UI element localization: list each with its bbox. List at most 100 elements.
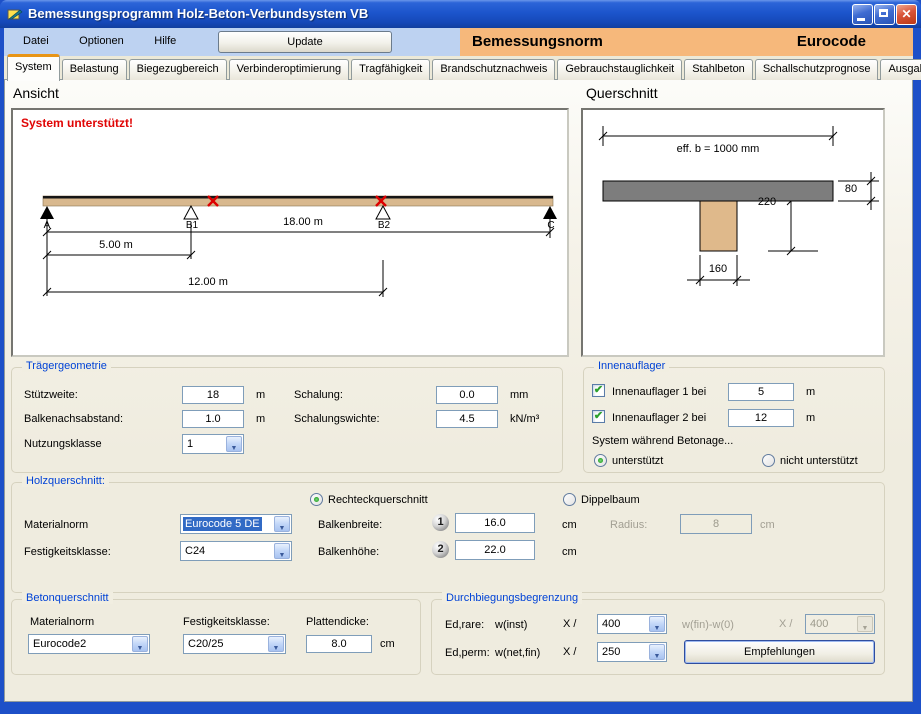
nutzungsklasse-select[interactable]: 1 ▼ <box>182 434 244 454</box>
nutzungsklasse-dropdown-button[interactable]: ▼ <box>226 436 242 452</box>
betonage-label: System während Betonage... <box>592 435 733 447</box>
system-tab-page: Ansicht Querschnitt System unterstützt! <box>4 79 913 702</box>
balkenbreite-unit: cm <box>562 519 577 531</box>
tab-verbinderoptimierung[interactable]: Verbinderoptimierung <box>229 59 350 80</box>
schalungswichte-input[interactable] <box>436 410 498 428</box>
holz-festigkeitsklasse-label: Festigkeitsklasse: <box>24 546 111 558</box>
balkenbreite-input[interactable] <box>455 513 535 533</box>
holz-materialnorm-value: Eurocode 5 DE <box>183 517 262 531</box>
eff-width-label: eff. b = 1000 mm <box>643 143 793 155</box>
chevron-down-icon: ▼ <box>231 441 238 456</box>
support-b2-triangle <box>376 206 390 219</box>
tab-stahlbeton[interactable]: Stahlbeton <box>684 59 753 80</box>
balkenachsabstand-input[interactable] <box>182 410 244 428</box>
badge-2: 2 <box>432 541 449 558</box>
app-window: Bemessungsprogramm Holz-Beton-Verbundsys… <box>0 0 921 714</box>
plattendicke-input[interactable] <box>306 635 372 653</box>
stuetzweite-input[interactable] <box>182 386 244 404</box>
dim-second-label: 12.00 m <box>163 276 253 288</box>
tab-system[interactable]: System <box>7 54 60 81</box>
innenauflager1-unit: m <box>806 386 815 398</box>
beton-festigkeitsklasse-value: C20/25 <box>186 637 225 651</box>
w-inst-select[interactable]: 400 ▼ <box>597 614 667 634</box>
w-netfin-select[interactable]: 250 ▼ <box>597 642 667 662</box>
tab-brandschutznachweis[interactable]: Brandschutznachweis <box>432 59 555 80</box>
minimize-button[interactable] <box>852 4 873 25</box>
innenauflager1-label: Innenauflager 1 bei <box>612 386 706 398</box>
nutzungsklasse-label: Nutzungsklasse <box>24 438 102 450</box>
tab-belastung[interactable]: Belastung <box>62 59 127 80</box>
beam-top-edge <box>43 196 553 199</box>
maximize-button[interactable] <box>874 4 895 25</box>
innenauflager2-unit: m <box>806 412 815 424</box>
stuetzweite-unit: m <box>256 389 265 401</box>
w-netfin-dropdown-button[interactable]: ▼ <box>649 644 665 660</box>
update-button[interactable]: Update <box>218 31 392 53</box>
schalung-unit: mm <box>510 389 528 401</box>
holz-festigkeitsklasse-dropdown-button[interactable]: ▼ <box>274 543 290 559</box>
beton-materialnorm-dropdown-button[interactable]: ▼ <box>132 636 148 652</box>
innenauflager2-checkbox[interactable]: ✔ <box>592 410 605 423</box>
radio-unterstuetzt[interactable] <box>594 454 607 467</box>
schalung-label: Schalung: <box>294 389 343 401</box>
beton-festigkeitsklasse-dropdown-button[interactable]: ▼ <box>268 636 284 652</box>
timber-web <box>700 201 737 251</box>
chevron-down-icon: ▼ <box>273 641 280 656</box>
schalung-input[interactable] <box>436 386 498 404</box>
chevron-down-icon: ▼ <box>137 641 144 656</box>
balkenhoehe-input[interactable] <box>455 540 535 560</box>
titlebar[interactable]: Bemessungsprogramm Holz-Beton-Verbundsys… <box>0 0 921 28</box>
innenauflager2-input[interactable] <box>728 409 794 427</box>
beton-materialnorm-select[interactable]: Eurocode2 ▼ <box>28 634 150 654</box>
chevron-down-icon: ▼ <box>654 649 661 664</box>
cross-section-canvas: eff. b = 1000 mm 80 220 160 <box>581 108 885 357</box>
stuetzweite-label: Stützweite: <box>24 389 78 401</box>
beam-diagram <box>13 110 567 355</box>
plattendicke-label: Plattendicke: <box>306 616 369 628</box>
maximize-icon <box>879 9 888 17</box>
window-title: Bemessungsprogramm Holz-Beton-Verbundsys… <box>28 0 368 28</box>
beam-width-label: 160 <box>693 263 743 275</box>
empfehlungen-button[interactable]: Empfehlungen <box>684 640 875 664</box>
menu-hilfe[interactable]: Hilfe <box>141 28 189 55</box>
radius-label: Radius: <box>610 519 647 531</box>
radio-rechteckquerschnitt[interactable] <box>310 493 323 506</box>
group-holzquerschnitt-title: Holzquerschnitt: <box>22 475 109 487</box>
holz-materialnorm-select[interactable]: Eurocode 5 DE ▼ <box>180 514 292 534</box>
radio-dippelbaum[interactable] <box>563 493 576 506</box>
tab-gebrauchstauglichkeit[interactable]: Gebrauchstauglichkeit <box>557 59 682 80</box>
w-fin-select: 400 ▼ <box>805 614 875 634</box>
beton-festigkeitsklasse-select[interactable]: C20/25 ▼ <box>183 634 286 654</box>
support-b1-triangle <box>184 206 198 219</box>
w-fin-value: 400 <box>808 617 830 631</box>
menu-optionen[interactable]: Optionen <box>66 28 137 55</box>
tab-schallschutzprognose[interactable]: Schallschutzprognose <box>755 59 879 80</box>
dim-total-label: 18.00 m <box>258 216 348 228</box>
group-betonquerschnitt-title: Betonquerschnitt <box>22 592 113 604</box>
tab-tragfaehigkeit[interactable]: Tragfähigkeit <box>351 59 430 80</box>
group-traegergeometrie-title: Trägergeometrie <box>22 360 111 372</box>
innenauflager2-label: Innenauflager 2 bei <box>612 412 706 424</box>
beton-materialnorm-value: Eurocode2 <box>31 637 88 651</box>
group-innenauflager: Innenauflager ✔ Innenauflager 1 bei m ✔ … <box>583 367 885 473</box>
norm-banner: Bemessungsnorm Eurocode <box>460 28 913 56</box>
chevron-down-icon: ▼ <box>654 621 661 636</box>
ansicht-heading: Ansicht <box>13 85 59 101</box>
radio-nicht-unterstuetzt[interactable] <box>762 454 775 467</box>
chevron-down-icon: ▼ <box>862 621 869 636</box>
holz-materialnorm-dropdown-button[interactable]: ▼ <box>274 516 290 532</box>
group-betonquerschnitt: Betonquerschnitt Materialnorm Eurocode2 … <box>11 599 421 675</box>
radius-input <box>680 514 752 534</box>
holz-festigkeitsklasse-select[interactable]: C24 ▼ <box>180 541 292 561</box>
menu-datei[interactable]: Datei <box>10 28 62 55</box>
innenauflager1-input[interactable] <box>728 383 794 401</box>
balkenachsabstand-unit: m <box>256 413 265 425</box>
tab-ausgabe[interactable]: Ausgabe <box>880 59 921 80</box>
tab-biegezugbereich[interactable]: Biegezugbereich <box>129 59 227 80</box>
plattendicke-unit: cm <box>380 638 395 650</box>
innenauflager1-checkbox[interactable]: ✔ <box>592 384 605 397</box>
radio-dippelbaum-label: Dippelbaum <box>581 494 640 506</box>
w-inst-dropdown-button[interactable]: ▼ <box>649 616 665 632</box>
system-view-canvas: System unterstützt! <box>11 108 569 357</box>
close-button[interactable]: ✕ <box>896 4 917 25</box>
